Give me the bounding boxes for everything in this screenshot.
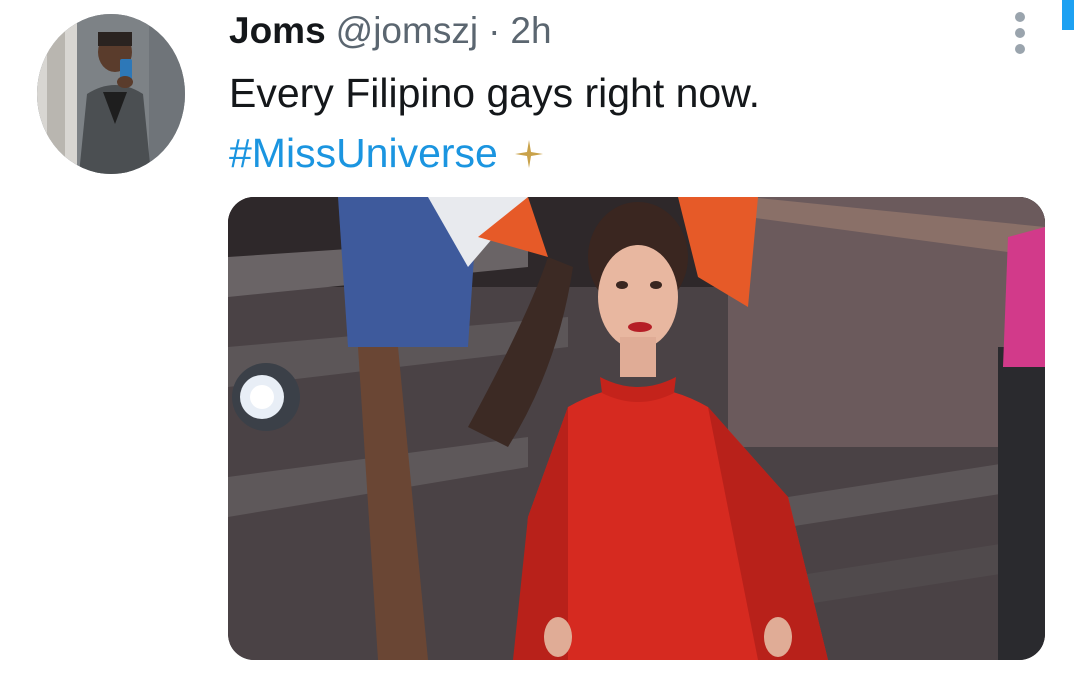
meta-separator: ·: [488, 10, 501, 51]
sparkle-icon: [514, 139, 544, 169]
author-handle[interactable]: @jomszj: [336, 10, 478, 52]
media-photo: [228, 197, 1045, 660]
tweet-meta: @jomszj · 2h: [336, 10, 552, 52]
tweet-hashtag-row: #MissUniverse: [229, 130, 544, 177]
tweet-text: Every Filipino gays right now.: [229, 70, 760, 116]
tweet-card[interactable]: Joms @jomszj · 2h Every Filipino gays ri…: [0, 0, 1080, 685]
more-vertical-icon[interactable]: [1008, 12, 1032, 56]
hashtag-link[interactable]: #MissUniverse: [229, 130, 498, 177]
scroll-indicator: [1062, 0, 1074, 30]
avatar[interactable]: [37, 14, 185, 174]
tweet-timestamp[interactable]: 2h: [510, 10, 551, 52]
avatar-image: [37, 14, 185, 174]
tweet-header: Joms @jomszj · 2h: [229, 10, 552, 52]
tweet-media-image[interactable]: [228, 197, 1045, 660]
author-name[interactable]: Joms: [229, 10, 326, 52]
